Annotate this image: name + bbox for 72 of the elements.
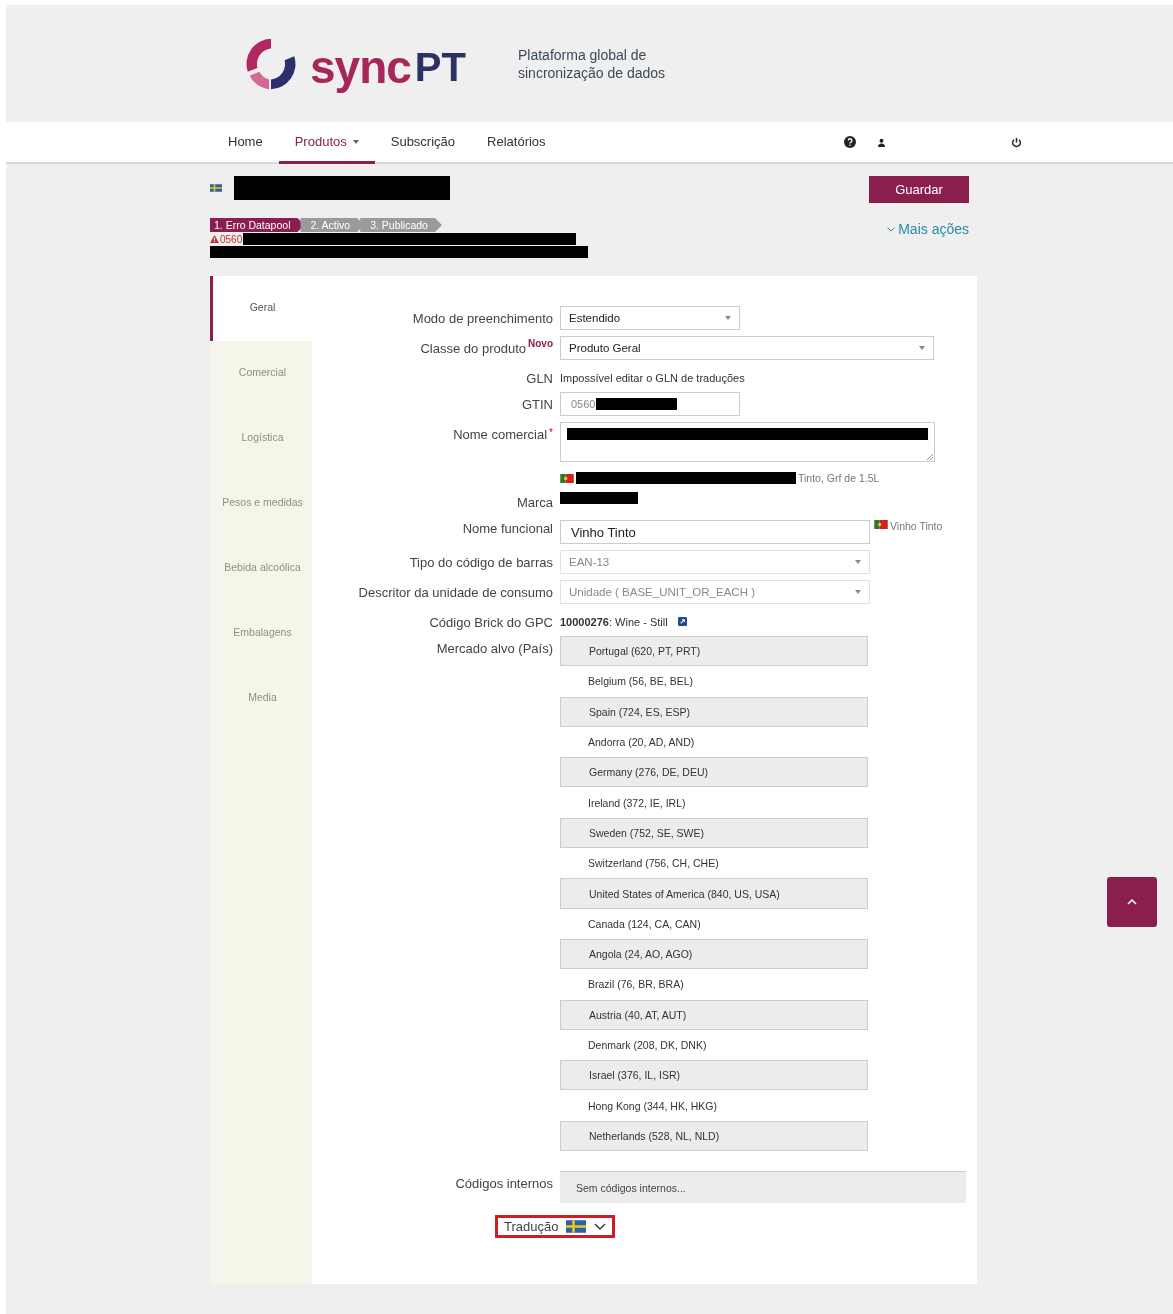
select-field[interactable]: Produto Geral bbox=[560, 336, 934, 360]
country-item: Denmark (208, DK, DNK) bbox=[587, 1038, 708, 1053]
gtin-field[interactable]: 0560 bbox=[560, 392, 740, 416]
country-item: Austria (40, AT, AUT) bbox=[560, 999, 868, 1030]
translation-text: Tinto, Grf de 1.5L bbox=[798, 472, 880, 484]
country-item: Hong Kong (344, HK, HKG) bbox=[587, 1098, 718, 1114]
caret-icon bbox=[855, 590, 861, 594]
country-item: Switzerland (756, CH, CHE) bbox=[587, 856, 720, 872]
country-item: Andorra (20, AD, AND) bbox=[587, 735, 696, 751]
field-label: Nome comercial bbox=[453, 427, 548, 442]
save-button[interactable]: Guardar bbox=[869, 176, 969, 203]
country-item: Canada (124, CA, CAN) bbox=[587, 916, 702, 932]
user-icon[interactable] bbox=[877, 137, 885, 147]
caret-icon[interactable] bbox=[352, 139, 359, 144]
caret-icon bbox=[855, 560, 861, 564]
portugal-flag-icon bbox=[560, 473, 574, 483]
country-item: Ireland (372, IE, IRL) bbox=[587, 795, 687, 811]
new-label: Novo bbox=[528, 338, 553, 349]
country-item: Angola (24, AO, AGO) bbox=[560, 938, 868, 970]
country-item: Portugal (620, PT, PRT) bbox=[560, 636, 868, 667]
field-label: GLN bbox=[526, 371, 553, 386]
external-link-icon[interactable] bbox=[677, 617, 687, 626]
warning-icon bbox=[210, 235, 219, 243]
sweden-flag-icon bbox=[210, 184, 222, 192]
country-item: Sweden (752, SE, SWE) bbox=[560, 817, 868, 849]
field-label: Código Brick do GPC bbox=[429, 615, 553, 630]
country-item: Netherlands (528, NL, NLD) bbox=[560, 1120, 868, 1152]
country-item: Spain (724, ES, ESP) bbox=[560, 696, 868, 727]
chevron-up-icon bbox=[1127, 899, 1137, 905]
caret-icon bbox=[919, 346, 925, 350]
text-field[interactable]: Vinho Tinto bbox=[560, 520, 870, 544]
field-value: Impossível editar o GLN de traduções bbox=[560, 371, 745, 384]
nav-link[interactable]: Relatórios bbox=[471, 122, 562, 164]
internal-codes-field[interactable]: Sem códigos internos... bbox=[560, 1171, 966, 1204]
gpc-value: 10000276: Wine - Still bbox=[560, 615, 668, 628]
chevron-down-icon bbox=[887, 226, 896, 232]
country-item: Brazil (76, BR, BRA) bbox=[587, 977, 685, 993]
select-field[interactable]: Estendido bbox=[560, 306, 740, 330]
logo-suffix-text: PT bbox=[414, 45, 466, 90]
field-label: Marca bbox=[516, 495, 553, 510]
nav-link[interactable]: Subscrição bbox=[374, 122, 472, 164]
tagline: Plataforma global de sincronização de dados bbox=[518, 45, 667, 82]
translation-dropdown[interactable]: Tradução bbox=[495, 1215, 616, 1239]
more-actions-link[interactable]: Mais ações bbox=[887, 221, 969, 237]
field-label: Descritor da unidade de consumo bbox=[358, 585, 553, 600]
required-mark: * bbox=[549, 427, 553, 438]
country-item: Belgium (56, BE, BEL) bbox=[587, 674, 695, 690]
nav-link[interactable]: Produtos bbox=[278, 122, 375, 164]
help-icon[interactable] bbox=[843, 136, 856, 148]
translation-text: Vinho Tinto bbox=[890, 520, 943, 532]
resize-grip-icon[interactable] bbox=[927, 454, 933, 460]
power-icon[interactable] bbox=[1010, 136, 1022, 148]
country-item: United States of America (840, US, USA) bbox=[560, 878, 868, 909]
chevron-down-icon bbox=[594, 1223, 607, 1231]
field-label: GTIN bbox=[521, 397, 553, 412]
field-label: Códigos internos bbox=[455, 1176, 553, 1192]
country-item: Germany (276, DE, DEU) bbox=[560, 757, 868, 788]
sweden-flag-icon bbox=[566, 1220, 587, 1234]
country-item: Israel (376, IL, ISR) bbox=[560, 1060, 868, 1091]
caret-icon bbox=[725, 316, 731, 320]
nav-link[interactable]: Home bbox=[212, 122, 279, 164]
field-label: Modo de preenchimento bbox=[412, 311, 553, 326]
field-label: Tipo do código de barras bbox=[409, 555, 553, 570]
field-label: Nome funcional bbox=[462, 521, 553, 536]
logo-text: sync bbox=[310, 39, 411, 94]
side-tab[interactable]: Geral bbox=[210, 276, 312, 341]
error-code: 0560 bbox=[220, 233, 243, 245]
text-area[interactable] bbox=[560, 422, 935, 462]
status-step: 3. Publicado bbox=[360, 218, 442, 232]
field-label: Mercado alvo (País) bbox=[436, 641, 553, 656]
field-label: Classe do produto bbox=[420, 341, 526, 356]
portugal-flag-icon bbox=[874, 520, 888, 529]
